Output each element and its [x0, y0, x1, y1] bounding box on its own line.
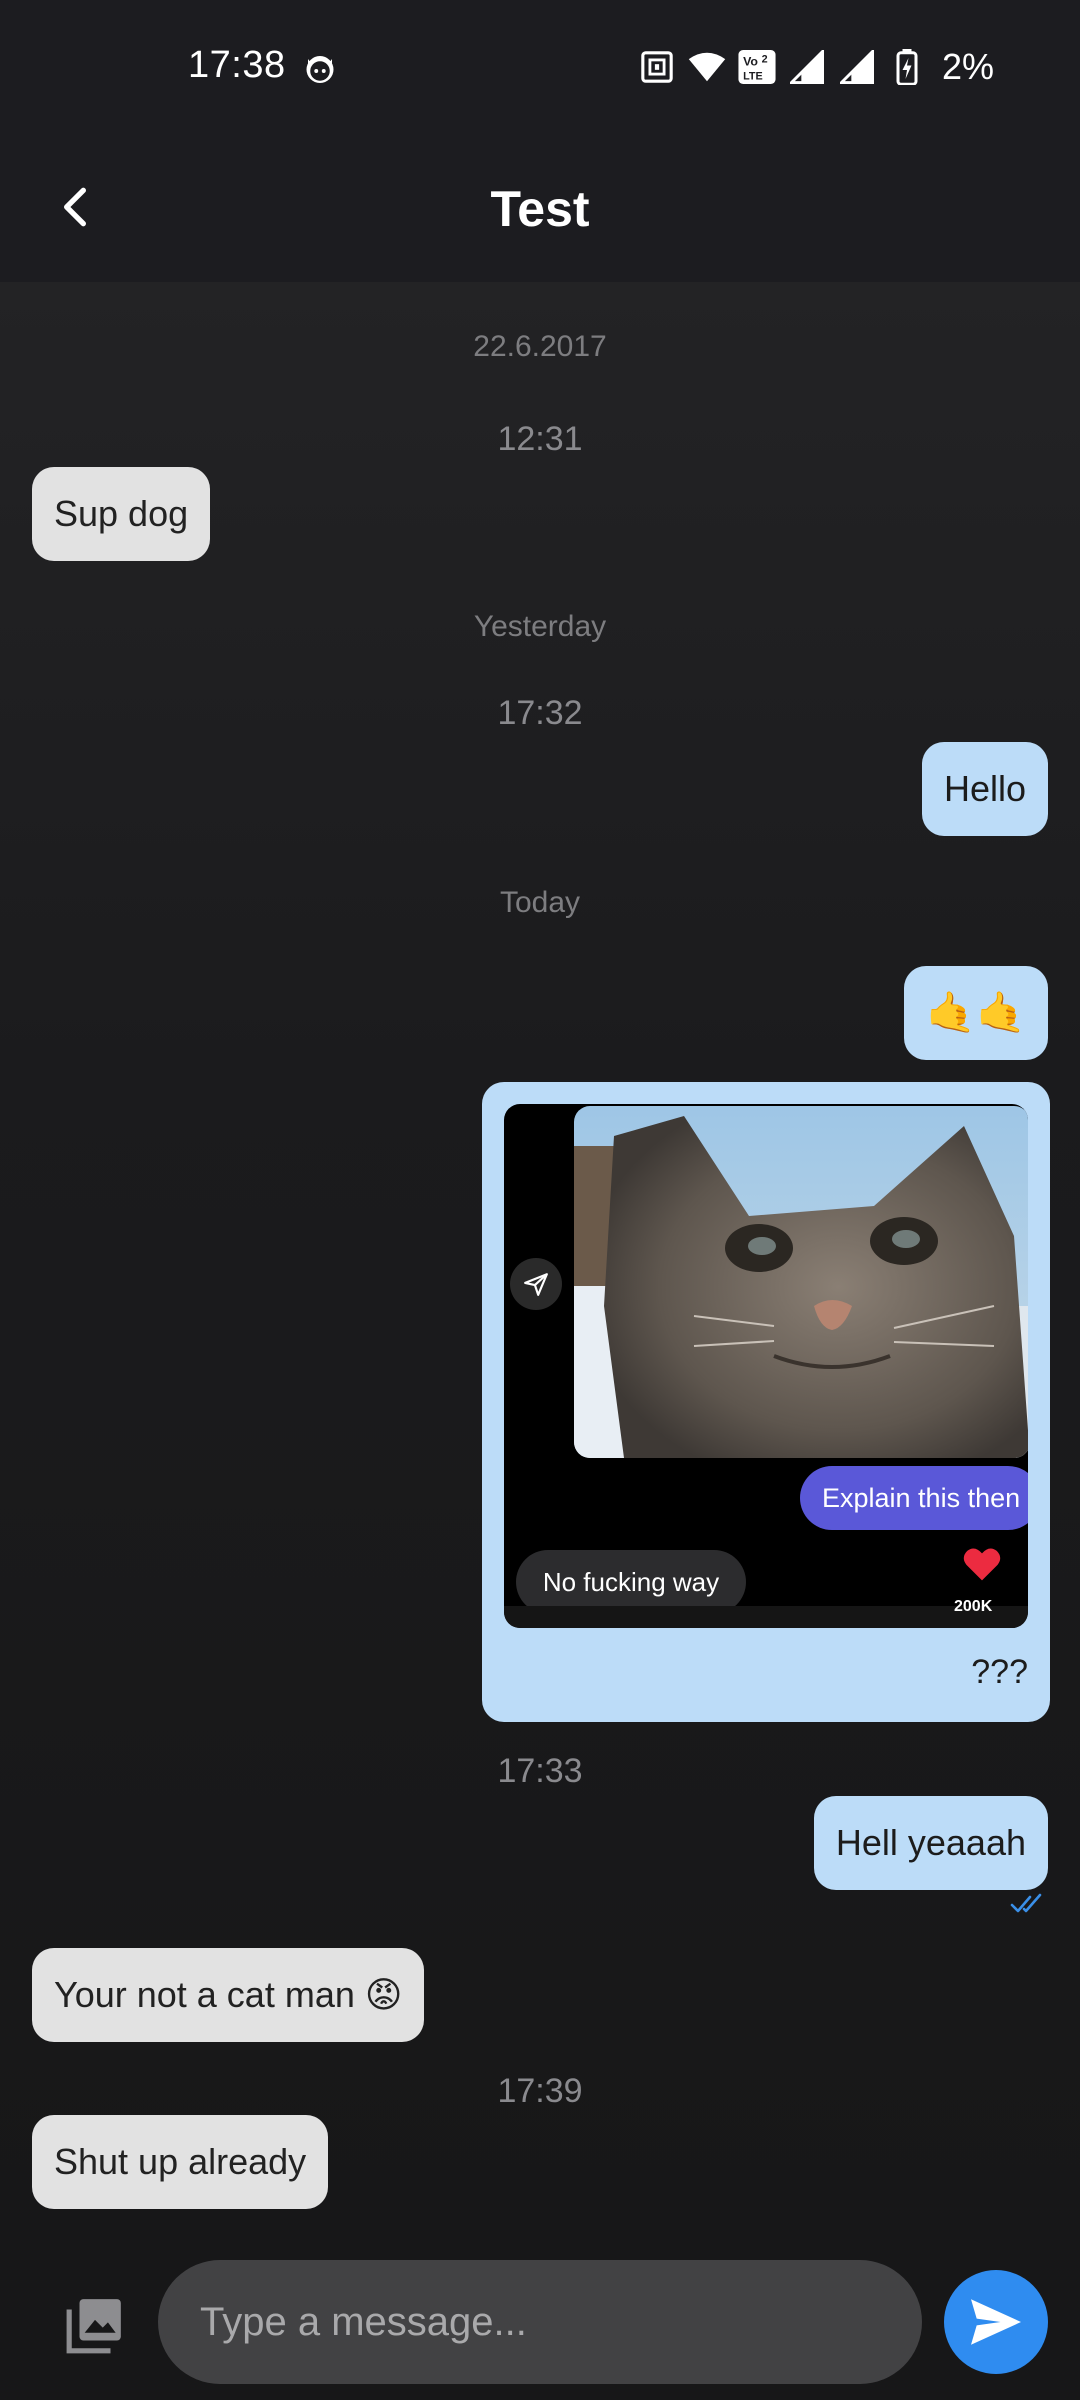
- signal-icon: [838, 48, 876, 86]
- overlay-comment: Explain this then: [800, 1466, 1028, 1530]
- video-attachment[interactable]: Explain this then No fucking way 200K: [504, 1104, 1028, 1628]
- send-icon: [524, 1273, 548, 1296]
- incoming-message[interactable]: Shut up already: [32, 2115, 329, 2209]
- chat-title: Test: [490, 181, 590, 237]
- time-separator: 17:33: [497, 1752, 583, 1790]
- outgoing-message[interactable]: 🤙🤙: [904, 966, 1048, 1060]
- battery-percent: 2%: [941, 46, 994, 87]
- like-count: 200K: [954, 1598, 993, 1615]
- app-bar: Test: [0, 136, 1080, 282]
- message-list[interactable]: 22.6.2017 12:31 Sup dog Yesterday 17:32 …: [0, 282, 1080, 2242]
- svg-text:Vo: Vo: [743, 54, 758, 68]
- wifi-icon: [688, 48, 726, 86]
- media-caption: ???: [971, 1653, 1028, 1691]
- volte-icon: Vo 2 LTE: [738, 48, 776, 86]
- message-input[interactable]: [158, 2260, 922, 2384]
- status-bar: 17:38 Vo 2 LTE 2%: [0, 0, 1080, 136]
- message-composer: [0, 2242, 1080, 2400]
- incoming-message[interactable]: Sup dog: [32, 467, 211, 561]
- time-separator: 12:31: [497, 420, 583, 458]
- nfc-icon: [638, 48, 676, 86]
- date-separator: 22.6.2017: [473, 330, 607, 363]
- message-text: Hell yeaaah: [835, 1822, 1026, 1863]
- cat-photo: [574, 1106, 1028, 1458]
- message-text: Hello: [943, 768, 1026, 809]
- message-text: Your not a cat man 😡: [54, 1974, 403, 2015]
- date-separator: Today: [499, 886, 581, 919]
- outgoing-message[interactable]: Hell yeaaah: [813, 1796, 1048, 1890]
- battery-charging-icon: [888, 48, 926, 86]
- svg-text:LTE: LTE: [743, 70, 763, 82]
- read-receipt-icon: [1010, 1893, 1042, 1913]
- heart-icon: [963, 1548, 1001, 1581]
- time-separator: 17:32: [497, 694, 583, 732]
- message-text: 🤙🤙: [926, 991, 1026, 1035]
- message-text: Shut up already: [54, 2141, 307, 2182]
- status-icons: Vo 2 LTE 2%: [638, 46, 994, 88]
- date-separator: Yesterday: [473, 610, 607, 643]
- message-text: Sup dog: [54, 493, 189, 534]
- share-button: [510, 1258, 562, 1310]
- time-separator: 17:39: [497, 2072, 583, 2110]
- media-bottom-bar: [504, 1606, 1028, 1628]
- incoming-message[interactable]: Your not a cat man 😡: [32, 1948, 425, 2042]
- status-time: 17:38: [188, 44, 286, 86]
- send-icon: [971, 2299, 1021, 2345]
- outgoing-message[interactable]: Hello: [921, 742, 1048, 836]
- send-button[interactable]: [944, 2270, 1048, 2374]
- signal-icon: [788, 48, 826, 86]
- outgoing-media-message[interactable]: Explain this then No fucking way 200K ??…: [482, 1082, 1050, 1722]
- cat-face-icon: [306, 56, 334, 83]
- overlay-comment: No fucking way: [516, 1550, 746, 1614]
- image-gallery-icon[interactable]: [64, 2294, 126, 2356]
- svg-text:2: 2: [762, 53, 768, 65]
